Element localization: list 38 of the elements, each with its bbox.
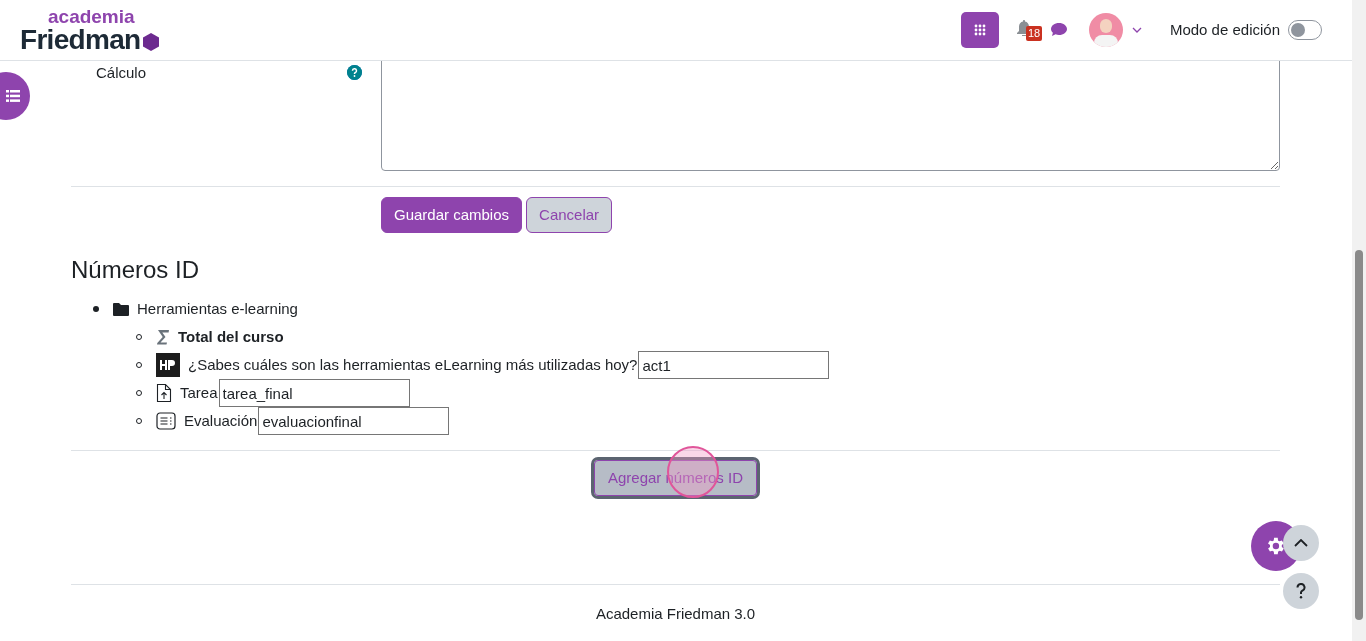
folder-icon [113,302,129,316]
scrollbar[interactable] [1352,0,1366,641]
checklist-icon [156,412,176,430]
grid-icon [973,24,986,36]
help-button[interactable] [1283,573,1319,609]
chevron-up-icon [1294,539,1308,547]
id-number-field[interactable]: tarea_final [218,379,410,407]
edit-mode-toggle[interactable] [1288,20,1322,40]
cancel-button[interactable]: Cancelar [526,197,613,233]
save-button[interactable]: Guardar cambios [381,197,523,233]
grade-item-name: Tarea [180,382,218,403]
apps-button[interactable] [960,12,999,48]
hexagon-icon [142,32,161,51]
course-total-label: Total del curso [178,326,284,347]
section-heading: Números ID [71,255,201,285]
chevron-down-icon[interactable] [1131,27,1142,33]
question-mark-icon [1296,583,1306,599]
edit-mode-label: Modo de edición [1169,19,1280,40]
notifications-button[interactable]: 18 [1016,18,1039,42]
logo-text: academia [48,6,136,26]
list-icon [6,90,20,102]
id-number-field[interactable]: act1 [638,351,830,379]
id-number-field[interactable]: evaluacionfinal [258,407,450,435]
field-label: Cálculo [96,65,148,80]
footer-text: Academia Friedman 3.0 [595,604,756,624]
help-icon[interactable] [347,65,362,80]
file-upload-icon [156,383,172,403]
notification-count: 18 [1025,26,1043,41]
category-name: Herramientas e-learning [137,298,298,319]
grade-item-name: ¿Sabes cuáles son las herramientas eLearning más utilizadas hoy? [188,354,638,375]
back-to-top-button[interactable] [1283,525,1319,561]
logo-text: Friedman [20,25,141,54]
grade-item-name: Evaluación [184,410,258,431]
sigma-icon [156,329,170,345]
site-logo[interactable]: academia Friedman [20,6,161,54]
bullet-icon [93,306,99,312]
chat-icon[interactable] [1050,23,1067,37]
h5p-icon [156,353,180,377]
